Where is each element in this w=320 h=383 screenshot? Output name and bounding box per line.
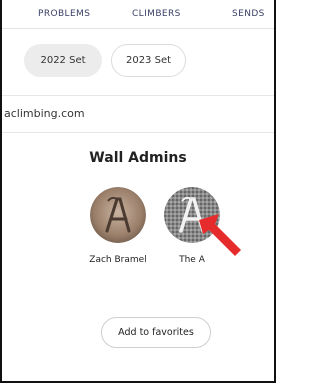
nav-tab-problems[interactable]: PROBLEMS (38, 9, 90, 19)
add-to-favorites-button[interactable]: Add to favorites (101, 317, 211, 348)
wall-admins-heading: Wall Admins (89, 150, 187, 166)
avatar-image (90, 187, 146, 243)
website-link[interactable]: aclimbing.com (4, 107, 85, 120)
annotation-arrow-icon (199, 214, 241, 256)
app-screen: PROBLEMS CLIMBERS SENDS 2022 Set 2023 Se… (0, 0, 276, 383)
admin-avatar-zach-bramel[interactable] (90, 187, 146, 243)
admin-name-zach-bramel: Zach Bramel (89, 255, 147, 265)
set-chip-2022[interactable]: 2022 Set (24, 44, 102, 77)
website-row: aclimbing.com (2, 95, 274, 133)
set-chip-2023[interactable]: 2023 Set (111, 44, 186, 77)
top-nav: PROBLEMS CLIMBERS SENDS (2, 0, 274, 29)
nav-tab-sends[interactable]: SENDS (232, 9, 265, 19)
nav-tab-climbers[interactable]: CLIMBERS (132, 9, 181, 19)
